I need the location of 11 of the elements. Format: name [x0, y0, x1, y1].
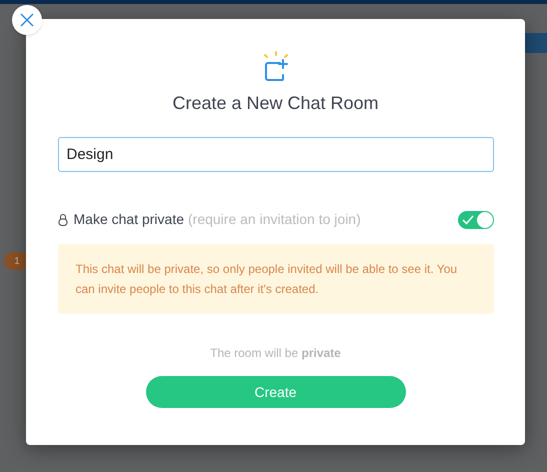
private-label: Make chat private: [74, 210, 184, 229]
private-notice: This chat will be private, so only people invited will be able to see it. You can invite people to this chat after it's created.: [58, 244, 494, 314]
lock-icon: [58, 213, 68, 226]
privacy-status: The room will be private: [210, 345, 341, 362]
room-name-field[interactable]: Design: [58, 137, 494, 172]
dialog-title: Create a New Chat Room: [172, 92, 379, 115]
close-icon: [20, 13, 34, 27]
close-button[interactable]: [12, 5, 42, 35]
check-icon: [462, 214, 474, 224]
private-toggle[interactable]: [458, 210, 494, 228]
private-hint: (require an invitation to join): [188, 210, 361, 229]
